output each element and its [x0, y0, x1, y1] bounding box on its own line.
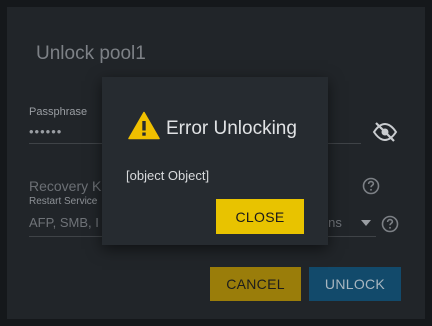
dropdown-arrow-icon[interactable] [361, 220, 371, 226]
recovery-key-label: Recovery K [29, 178, 102, 194]
help-icon[interactable] [381, 215, 399, 233]
error-message: [object Object] [126, 168, 210, 183]
passphrase-field[interactable]: •••••• [29, 124, 62, 139]
restart-services-label: Restart Service [29, 196, 98, 207]
restart-services-select[interactable]: AFP, SMB, I [29, 215, 99, 230]
error-dialog: Error Unlocking [object Object] CLOSE [102, 77, 328, 245]
error-dialog-title: Error Unlocking [166, 118, 297, 139]
cancel-button[interactable]: CANCEL [210, 267, 301, 301]
dialog-title: Unlock pool1 [36, 43, 146, 64]
help-icon[interactable] [362, 177, 380, 195]
eye-off-icon[interactable] [372, 122, 398, 142]
close-button[interactable]: CLOSE [216, 199, 304, 234]
passphrase-label: Passphrase [29, 106, 88, 118]
warning-icon [128, 111, 160, 140]
unlock-button[interactable]: UNLOCK [309, 267, 401, 301]
